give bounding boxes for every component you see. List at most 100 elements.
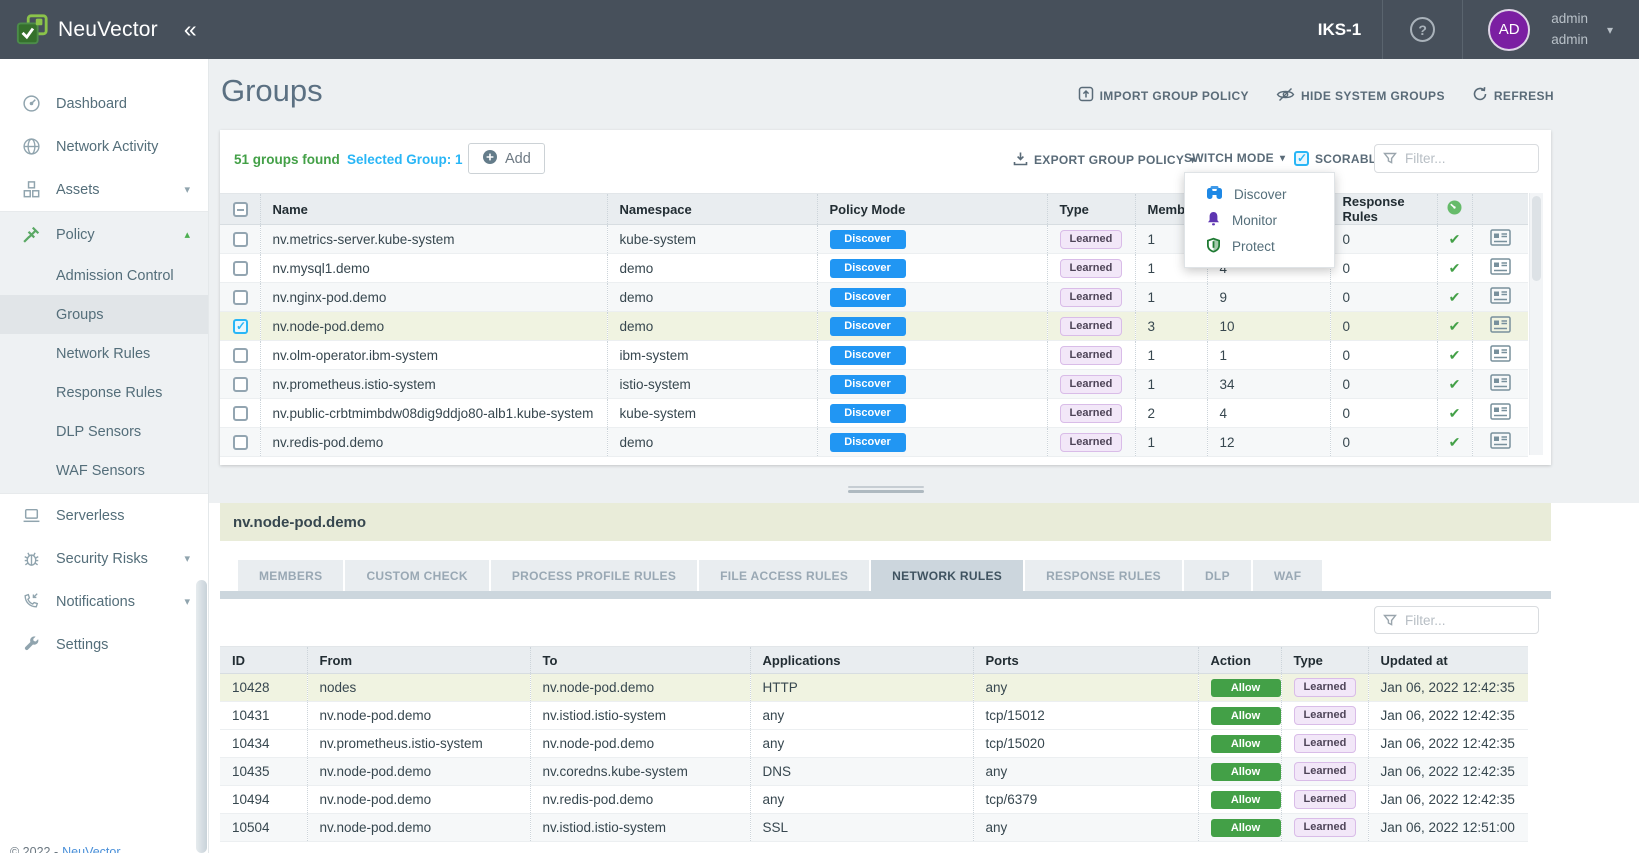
column-header-type[interactable]: Type [1047, 194, 1135, 225]
sidebar-item-policy[interactable]: Policy [0, 213, 208, 256]
rule-row[interactable]: 10494 nv.node-pod.demo nv.redis-pod.demo… [220, 786, 1528, 814]
tab-response-rules[interactable]: RESPONSE RULES [1025, 560, 1182, 591]
panel-resize-handle[interactable] [848, 486, 924, 493]
column-header-ports[interactable]: Ports [973, 647, 1198, 674]
action-button[interactable]: Allow [1211, 791, 1281, 809]
groups-filter-input[interactable] [1374, 144, 1539, 173]
group-row[interactable]: nv.prometheus.istio-system istio-system … [220, 370, 1528, 399]
user-menu-caret-icon[interactable] [1607, 23, 1613, 37]
row-checkbox[interactable] [233, 319, 248, 334]
sidebar-item-settings[interactable]: Settings [0, 623, 208, 666]
group-row[interactable]: nv.redis-pod.demo demo Discover Learned … [220, 428, 1528, 457]
sidebar-item-response-rules[interactable]: Response Rules [0, 373, 208, 412]
row-checkbox[interactable] [233, 261, 248, 276]
sidebar-collapse-button[interactable]: « [184, 18, 197, 41]
policy-mode-button[interactable]: Discover [830, 288, 906, 307]
column-header-action[interactable]: Action [1198, 647, 1281, 674]
tab-network-rules[interactable]: NETWORK RULES [871, 560, 1023, 591]
row-checkbox[interactable] [233, 348, 248, 363]
column-header-namespace[interactable]: Namespace [607, 194, 817, 225]
row-checkbox[interactable] [233, 232, 248, 247]
column-header-type[interactable]: Type [1281, 647, 1368, 674]
group-row[interactable]: nv.nginx-pod.demo demo Discover Learned … [220, 283, 1528, 312]
view-details-button[interactable] [1490, 321, 1511, 336]
refresh-button[interactable]: REFRESH [1472, 86, 1554, 105]
row-checkbox[interactable] [233, 377, 248, 392]
scorable-checkbox[interactable] [1294, 151, 1309, 166]
switch-mode-button[interactable]: SWITCH MODE [1184, 151, 1285, 165]
sidebar-item-waf-sensors[interactable]: WAF Sensors [0, 451, 208, 490]
column-header-from[interactable]: From [307, 647, 530, 674]
export-group-policy-button[interactable]: EXPORT GROUP POLICY [1013, 151, 1196, 169]
import-group-policy-button[interactable]: IMPORT GROUP POLICY [1078, 86, 1249, 105]
tab-waf[interactable]: WAF [1253, 560, 1323, 591]
view-details-button[interactable] [1490, 408, 1511, 423]
tab-dlp[interactable]: DLP [1184, 560, 1251, 591]
add-group-button[interactable]: Add [468, 143, 545, 174]
sidebar-item-assets[interactable]: Assets [0, 168, 208, 211]
action-button[interactable]: Allow [1211, 707, 1281, 725]
rule-row[interactable]: 10434 nv.prometheus.istio-system nv.node… [220, 730, 1528, 758]
rule-row[interactable]: 10504 nv.node-pod.demo nv.istiod.istio-s… [220, 814, 1528, 842]
group-row[interactable]: nv.public-crbtmimbdw08dig9ddjo80-alb1.ku… [220, 399, 1528, 428]
policy-mode-button[interactable]: Discover [830, 375, 906, 394]
sidebar-item-dlp-sensors[interactable]: DLP Sensors [0, 412, 208, 451]
mode-menu-item-monitor[interactable]: Monitor [1185, 207, 1334, 233]
tab-custom-check[interactable]: CUSTOM CHECK [345, 560, 488, 591]
scrollbar-thumb[interactable] [1532, 196, 1541, 281]
scorable-toggle[interactable]: SCORABLE [1294, 151, 1385, 166]
table-scrollbar[interactable] [1529, 193, 1543, 455]
column-header-id[interactable]: ID [220, 647, 307, 674]
column-header-applications[interactable]: Applications [750, 647, 973, 674]
tab-members[interactable]: MEMBERS [238, 560, 343, 591]
rules-filter-input[interactable] [1374, 606, 1539, 634]
sidebar-scrollbar[interactable] [196, 580, 207, 853]
select-all-checkbox[interactable] [233, 202, 248, 217]
mode-menu-item-discover[interactable]: Discover [1185, 181, 1334, 207]
column-header-scorable[interactable] [1437, 194, 1472, 225]
hide-system-groups-button[interactable]: HIDE SYSTEM GROUPS [1276, 87, 1445, 105]
column-header-to[interactable]: To [530, 647, 750, 674]
row-checkbox[interactable] [233, 435, 248, 450]
avatar[interactable]: AD [1488, 9, 1530, 51]
policy-mode-button[interactable]: Discover [830, 259, 906, 278]
view-details-button[interactable] [1490, 350, 1511, 365]
policy-mode-button[interactable]: Discover [830, 230, 906, 249]
help-icon[interactable]: ? [1410, 17, 1435, 42]
action-button[interactable]: Allow [1211, 679, 1281, 697]
user-block[interactable]: admin admin [1551, 9, 1588, 50]
group-row[interactable]: nv.olm-operator.ibm-system ibm-system Di… [220, 341, 1528, 370]
copyright-link[interactable]: NeuVector [62, 845, 120, 853]
view-details-button[interactable] [1490, 379, 1511, 394]
policy-mode-button[interactable]: Discover [830, 346, 906, 365]
tab-file-access-rules[interactable]: FILE ACCESS RULES [699, 560, 869, 591]
action-button[interactable]: Allow [1211, 763, 1281, 781]
rule-row[interactable]: 10428 nodes nv.node-pod.demo HTTP any Al… [220, 674, 1528, 702]
sidebar-item-security-risks[interactable]: Security Risks [0, 537, 208, 580]
column-header-response-rules[interactable]: Response Rules [1330, 194, 1437, 225]
action-button[interactable]: Allow [1211, 819, 1281, 837]
cluster-name[interactable]: IKS-1 [1318, 20, 1361, 40]
sidebar-item-network-rules[interactable]: Network Rules [0, 334, 208, 373]
view-details-button[interactable] [1490, 292, 1511, 307]
mode-menu-item-protect[interactable]: Protect [1185, 233, 1334, 259]
sidebar-item-notifications[interactable]: Notifications [0, 580, 208, 623]
sidebar-item-serverless[interactable]: Serverless [0, 494, 208, 537]
sidebar-item-network-activity[interactable]: Network Activity [0, 125, 208, 168]
rule-row[interactable]: 10435 nv.node-pod.demo nv.coredns.kube-s… [220, 758, 1528, 786]
rule-row[interactable]: 10431 nv.node-pod.demo nv.istiod.istio-s… [220, 702, 1528, 730]
sidebar-item-dashboard[interactable]: Dashboard [0, 82, 208, 125]
group-row-selected[interactable]: nv.node-pod.demo demo Discover Learned 3… [220, 312, 1528, 341]
policy-mode-button[interactable]: Discover [830, 433, 906, 452]
column-header-updated-at[interactable]: Updated at [1368, 647, 1528, 674]
row-checkbox[interactable] [233, 290, 248, 305]
view-details-button[interactable] [1490, 234, 1511, 249]
view-details-button[interactable] [1490, 437, 1511, 452]
tab-process-profile-rules[interactable]: PROCESS PROFILE RULES [491, 560, 697, 591]
row-checkbox[interactable] [233, 406, 248, 421]
policy-mode-button[interactable]: Discover [830, 317, 906, 336]
view-details-button[interactable] [1490, 263, 1511, 278]
policy-mode-button[interactable]: Discover [830, 404, 906, 423]
sidebar-item-admission-control[interactable]: Admission Control [0, 256, 208, 295]
sidebar-item-groups[interactable]: Groups [0, 295, 208, 334]
